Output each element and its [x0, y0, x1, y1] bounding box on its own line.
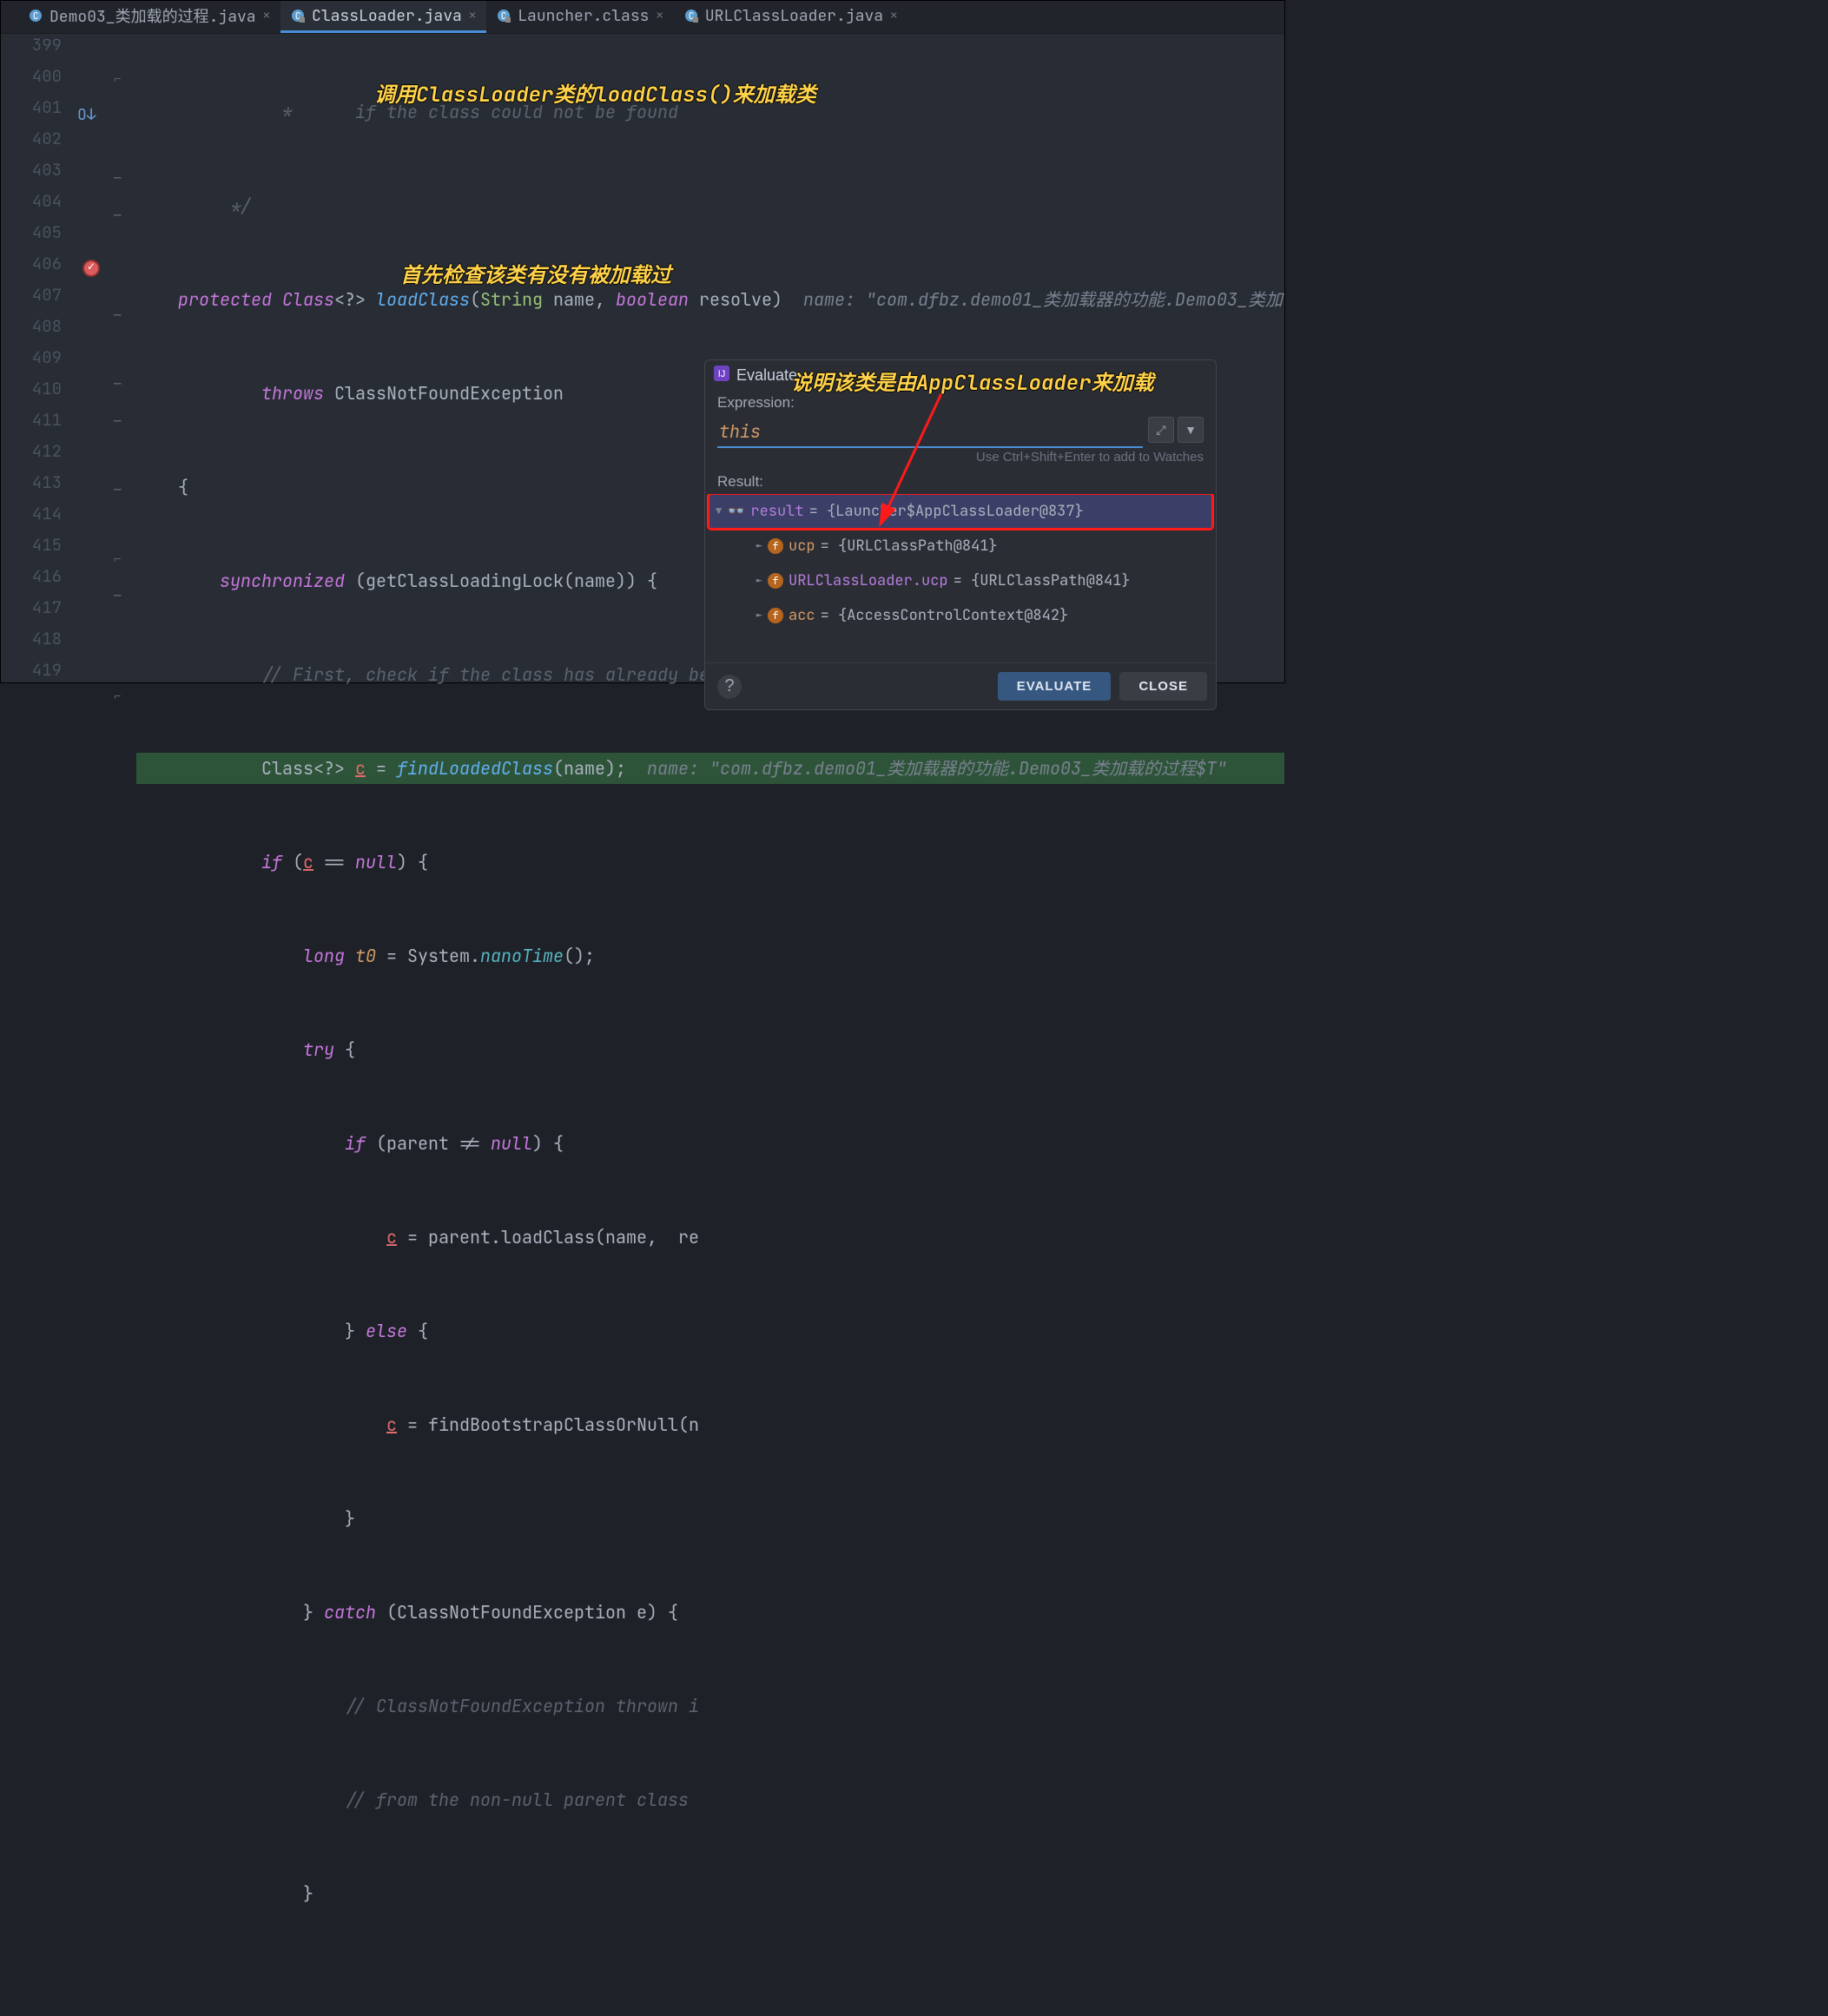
close-icon[interactable]: ✕ [469, 8, 476, 23]
line-number: 419 [1, 659, 62, 690]
svg-text:C: C [33, 10, 39, 23]
inline-hint: name: "com.dfbz.demo01_类加载器的功能.Demo03_类加 [803, 288, 1283, 311]
line-number: 399 [1, 34, 62, 65]
field-icon: f [768, 538, 783, 554]
line-number: 410 [1, 378, 62, 409]
chevron-icon[interactable]: ► [756, 574, 762, 588]
chevron-icon[interactable]: ▼ [716, 504, 722, 518]
line-number: 411 [1, 409, 62, 440]
line-number: 406 [1, 253, 62, 284]
glasses-icon: 👓 [727, 502, 745, 521]
close-icon[interactable]: ✕ [656, 8, 663, 23]
variable-value: = {AccessControlContext@842} [821, 606, 1069, 625]
gutter-annotations: O↓ [70, 34, 114, 682]
method-name: loadClass [376, 288, 470, 311]
type: Class [282, 288, 334, 311]
annotation-text: 首先检查该类有没有被加载过 [400, 258, 671, 289]
field-icon: f [768, 608, 783, 623]
tree-row[interactable]: ► f acc = {AccessControlContext@842} [709, 598, 1212, 633]
line-number: 413 [1, 471, 62, 503]
variable-name: result [750, 502, 803, 521]
tab-label: Demo03_类加载的过程.java [49, 4, 256, 27]
tab-label: URLClassLoader.java [705, 6, 883, 26]
inline-hint: name: "com.dfbz.demo01_类加载器的功能.Demo03_类加… [647, 757, 1227, 780]
line-number: 404 [1, 190, 62, 221]
line-number: 417 [1, 596, 62, 628]
line-number: 400 [1, 65, 62, 96]
line-number: 412 [1, 440, 62, 471]
tab-file-0[interactable]: C Demo03_类加载的过程.java ✕ [18, 1, 280, 33]
dropdown-icon[interactable]: ▼ [1178, 417, 1204, 443]
annotation-text: 调用ClassLoader类的loadClass()来加载类 [374, 77, 816, 109]
line-number: 405 [1, 221, 62, 253]
line-number: 408 [1, 315, 62, 346]
svg-text:IJ: IJ [718, 369, 726, 379]
variable-name: acc [789, 606, 815, 625]
tab-file-1[interactable]: C ClassLoader.java ✕ [280, 1, 486, 33]
line-number: 418 [1, 628, 62, 659]
close-button[interactable]: CLOSE [1119, 672, 1207, 701]
line-number: 409 [1, 346, 62, 378]
dialog-icon: IJ [714, 366, 729, 385]
tree-row[interactable]: ► f URLClassLoader.ucp = {URLClassPath@8… [709, 563, 1212, 598]
fold-column: ⌐ ─ ─ ─ ─ ─ ─ ⌐ ─ ⌐ [114, 34, 129, 682]
class-lock-icon: C [684, 9, 698, 23]
tab-label: ClassLoader.java [312, 6, 462, 26]
class-lock-icon: C [291, 9, 305, 23]
editor-area: 3994004014024034044054064074084094104114… [1, 34, 1284, 682]
breakpoint-icon[interactable] [82, 260, 100, 277]
chevron-icon[interactable]: ► [756, 609, 762, 623]
line-number: 402 [1, 128, 62, 159]
editor-tabs: C Demo03_类加载的过程.java ✕ C ClassLoader.jav… [1, 1, 1284, 34]
execution-line: Class<?> c = findLoadedClass(name); name… [136, 753, 1284, 784]
annotation-arrow [869, 381, 973, 533]
variable-value: = {URLClassPath@841} [821, 537, 998, 556]
evaluate-button[interactable]: EVALUATE [998, 672, 1112, 701]
tab-file-3[interactable]: C URLClassLoader.java ✕ [674, 1, 908, 33]
keyword: protected [178, 288, 282, 311]
line-number: 416 [1, 565, 62, 596]
line-number: 403 [1, 159, 62, 190]
override-icon[interactable]: O↓ [77, 105, 96, 125]
expand-icon[interactable]: ⤢ [1148, 417, 1174, 443]
line-number-gutter: 3994004014024034044054064074084094104114… [1, 34, 70, 682]
class-lock-icon: C [497, 9, 511, 23]
chevron-icon[interactable]: ► [756, 539, 762, 553]
line-number: 407 [1, 284, 62, 315]
comment-text: */ [188, 194, 251, 217]
tab-label: Launcher.class [518, 6, 649, 26]
close-icon[interactable]: ✕ [890, 8, 897, 23]
dialog-title: Evaluate [736, 366, 797, 385]
help-button[interactable]: ? [717, 675, 742, 699]
tree-row[interactable]: ► f ucp = {URLClassPath@841} [709, 529, 1212, 563]
variable-name: URLClassLoader.ucp [789, 571, 948, 590]
variable-name: ucp [789, 537, 815, 556]
close-icon[interactable]: ✕ [263, 8, 270, 23]
line-number: 415 [1, 534, 62, 565]
class-icon: C [29, 9, 43, 23]
line-number: 414 [1, 503, 62, 534]
tab-file-2[interactable]: C Launcher.class ✕ [486, 1, 674, 33]
variable-value: = {URLClassPath@841} [954, 571, 1131, 590]
line-number: 401 [1, 96, 62, 128]
annotation-text: 说明该类是由AppClassLoader来加载 [791, 366, 1154, 397]
field-icon: f [768, 573, 783, 589]
